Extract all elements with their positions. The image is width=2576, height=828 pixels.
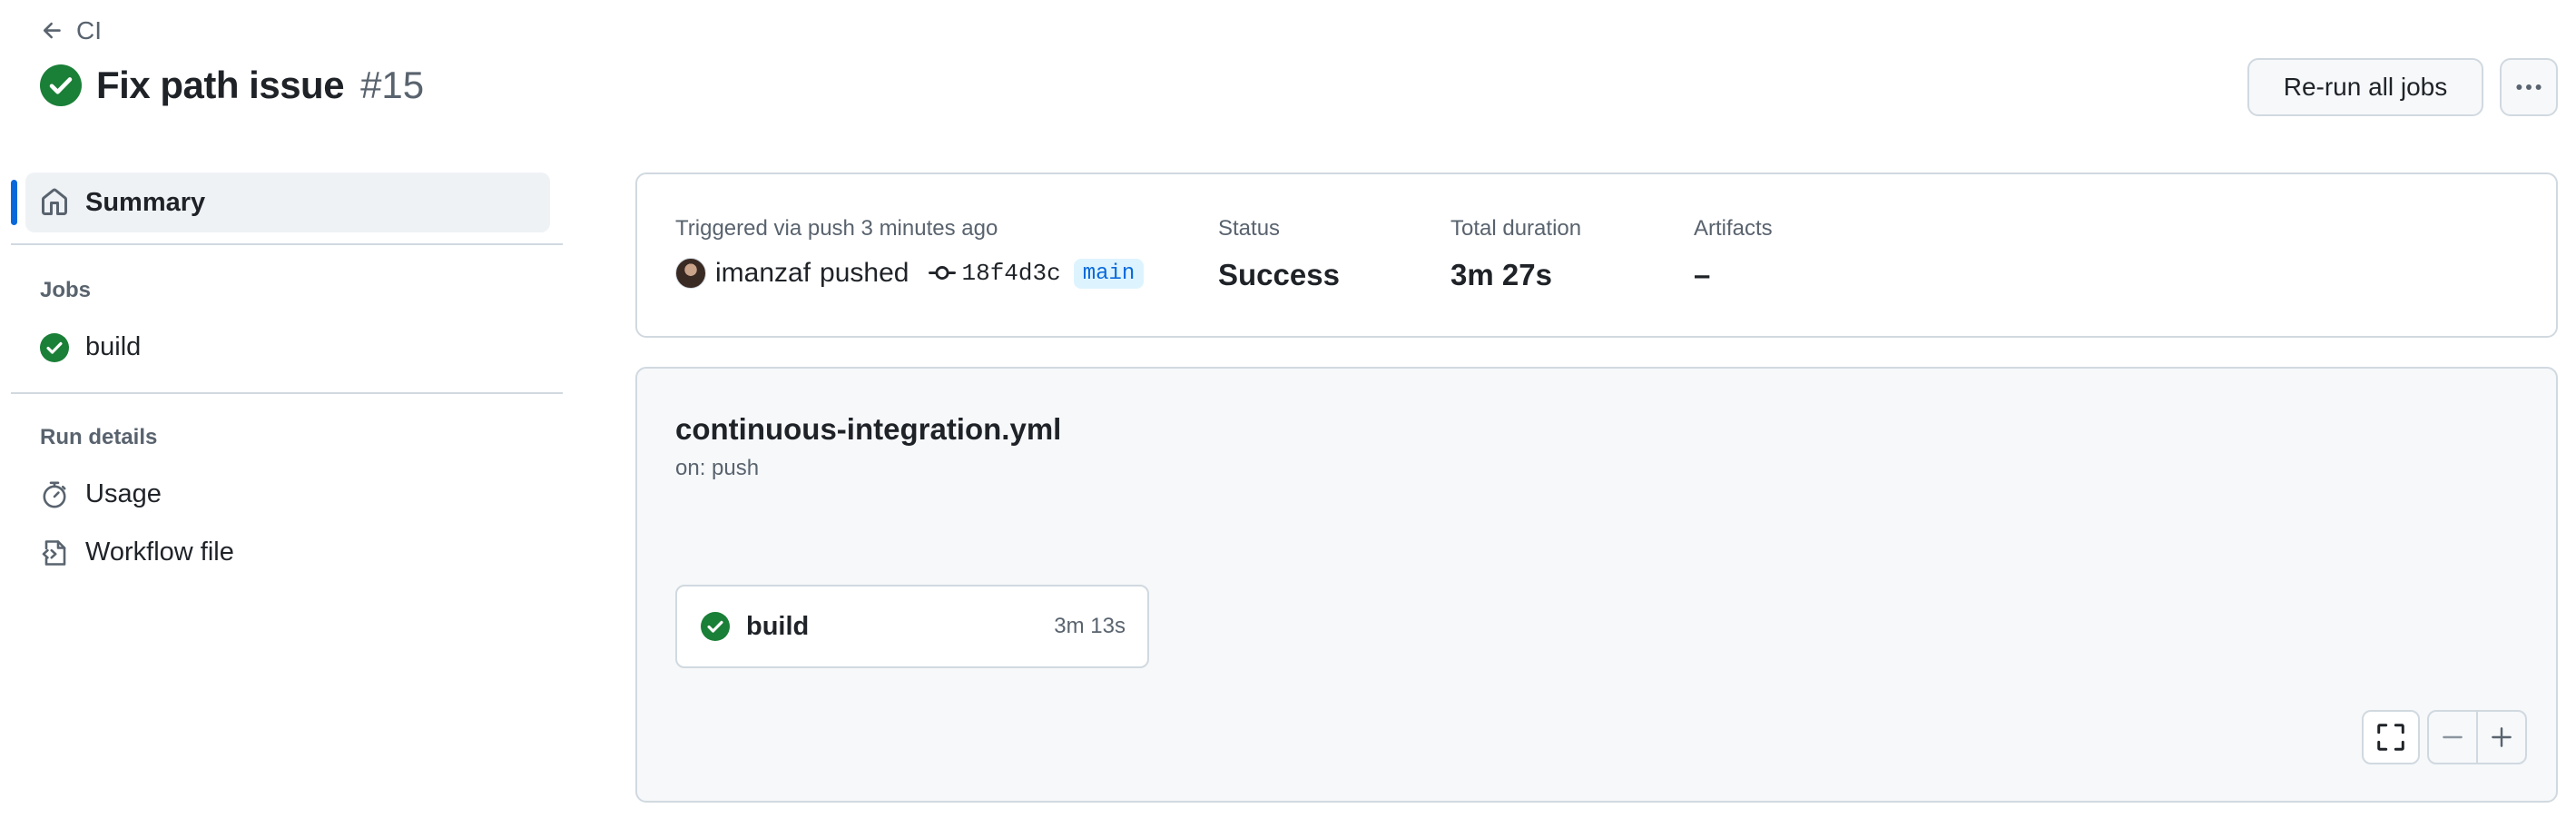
sidebar-item-label: Workflow file — [85, 537, 234, 567]
git-commit-icon — [929, 266, 957, 281]
back-to-ci-link[interactable]: CI — [40, 16, 102, 45]
more-actions-button[interactable] — [2500, 58, 2558, 116]
actor-link[interactable]: imanzaf — [715, 258, 811, 289]
status-value: Success — [1218, 258, 1340, 291]
job-duration: 3m 13s — [1054, 614, 1126, 638]
trigger-details: imanzaf pushed 18f4d3c main — [675, 258, 1145, 289]
sidebar-item-summary[interactable]: Summary — [25, 172, 550, 232]
check-circle-fill-icon — [701, 612, 730, 641]
workflow-file-name: continuous-integration.yml — [675, 412, 1062, 446]
home-icon — [42, 188, 67, 215]
check-circle-fill-icon — [40, 332, 69, 362]
dash-icon — [2443, 735, 2463, 739]
kebab-horizontal-icon — [2516, 84, 2542, 90]
screen-full-icon — [2377, 724, 2404, 751]
trigger-info: Triggered via push 3 minutes ago — [675, 216, 998, 241]
sidebar-item-label: Usage — [85, 479, 162, 508]
branch-badge[interactable]: main — [1073, 258, 1145, 289]
stopwatch-icon — [43, 481, 66, 508]
workflow-trigger: on: push — [675, 456, 760, 480]
rerun-all-jobs-button[interactable]: Re-run all jobs — [2247, 58, 2483, 116]
avatar[interactable] — [675, 258, 706, 289]
push-action-text: pushed — [820, 258, 909, 288]
fit-to-screen-button[interactable] — [2362, 710, 2420, 764]
run-number: #15 — [360, 64, 425, 106]
active-nav-indicator — [11, 180, 17, 225]
artifacts-value: – — [1694, 258, 1711, 291]
sidebar-divider — [11, 392, 563, 394]
file-code-icon — [42, 539, 66, 566]
plus-icon — [2492, 727, 2512, 747]
commit-sha: 18f4d3c — [961, 260, 1061, 287]
page-title: Fix path issue — [96, 64, 345, 106]
status-label: Status — [1218, 216, 1281, 241]
zoom-in-button[interactable] — [2476, 710, 2527, 764]
run-details-section-title: Run details — [40, 425, 158, 449]
workflow-graph-card: continuous-integration.yml on: push buil… — [635, 367, 2558, 803]
commit-link[interactable]: 18f4d3c — [929, 260, 1061, 287]
job-name: build — [746, 611, 810, 641]
check-circle-fill-icon — [40, 64, 82, 106]
sidebar-divider — [11, 243, 563, 245]
zoom-out-button[interactable] — [2427, 710, 2478, 764]
job-node-build[interactable]: build 3m 13s — [675, 585, 1149, 668]
back-link-label: CI — [76, 16, 102, 44]
arrow-left-icon — [43, 22, 61, 39]
sidebar-item-job-build[interactable]: build — [40, 332, 141, 362]
sidebar-item-usage[interactable]: Usage — [40, 479, 162, 509]
run-title-row: Fix path issue #15 — [40, 64, 424, 107]
sidebar-item-workflow-file[interactable]: Workflow file — [40, 537, 234, 567]
sidebar-item-label: Summary — [85, 187, 206, 217]
artifacts-label: Artifacts — [1694, 216, 1773, 241]
run-summary-card: Triggered via push 3 minutes ago imanzaf… — [635, 172, 2558, 338]
total-duration-label: Total duration — [1450, 216, 1582, 241]
sidebar-item-label: build — [85, 332, 142, 361]
total-duration-value: 3m 27s — [1450, 258, 1552, 291]
jobs-section-title: Jobs — [40, 278, 92, 302]
workflow-run-page: CI Fix path issue #15 Re-run all jobs Su… — [0, 0, 2576, 828]
